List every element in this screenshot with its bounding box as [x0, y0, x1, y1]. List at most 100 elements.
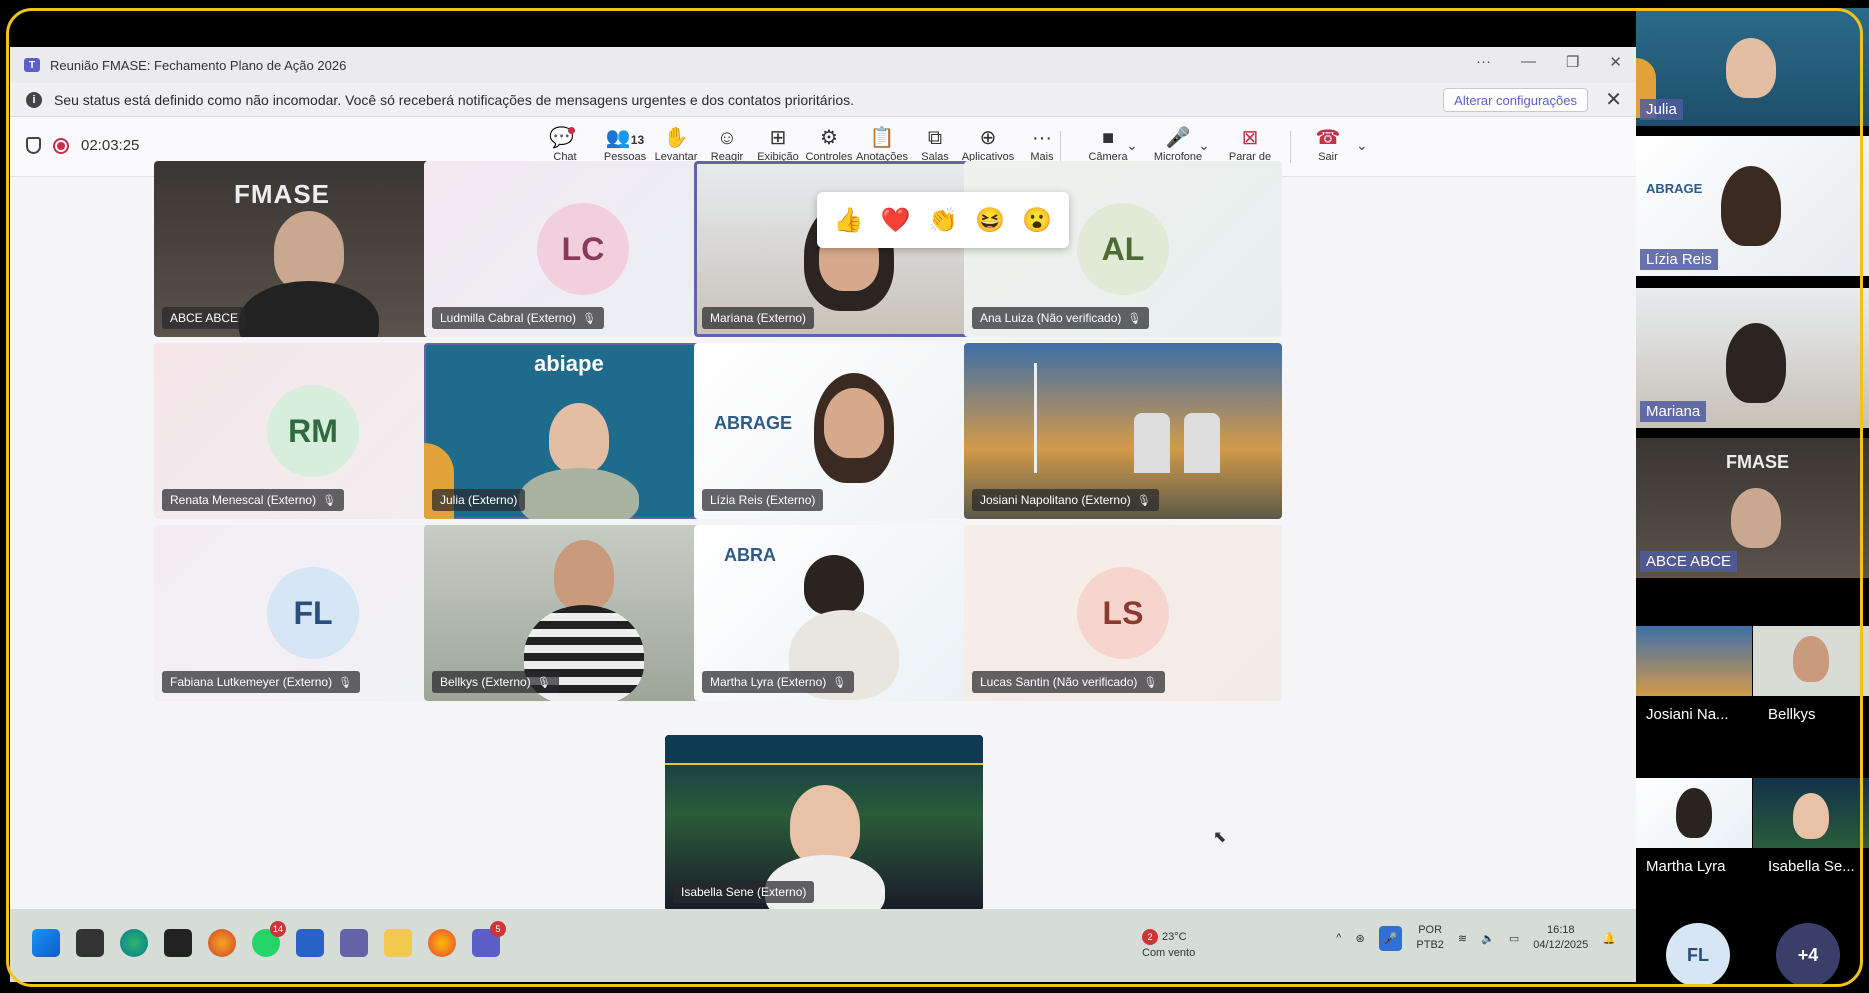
- more-options-button[interactable]: ···: [1476, 53, 1491, 71]
- sidebar-participant-thumb[interactable]: [1636, 626, 1752, 696]
- notification-text: Seu status está definido como não incomo…: [54, 91, 855, 108]
- video-recording-frame: T Reunião FMASE: Fechamento Plano de Açã…: [0, 0, 1869, 993]
- weather-widget[interactable]: 2 23°C Com vento: [1142, 929, 1195, 961]
- whatsapp-icon[interactable]: 14: [252, 921, 286, 957]
- file-explorer-icon[interactable]: [384, 929, 412, 957]
- participant-body: [519, 468, 639, 519]
- wind-turbine-image: [1034, 363, 1037, 473]
- minimize-button[interactable]: —: [1521, 53, 1536, 71]
- abrage-logo: ABRAGE: [1646, 181, 1703, 196]
- tray-app-icon[interactable]: ⊛: [1355, 932, 1364, 945]
- sidebar-label: Bellkys: [1768, 706, 1816, 723]
- sidebar-label: Martha Lyra: [1646, 858, 1726, 875]
- language-indicator[interactable]: POR PTB2: [1416, 923, 1444, 953]
- chrome-icon[interactable]: [428, 929, 456, 957]
- notification-bell-icon[interactable]: 🔔: [1602, 932, 1616, 945]
- close-notification-icon[interactable]: ✕: [1605, 87, 1622, 112]
- participant-video: [1721, 166, 1781, 246]
- applause-reaction[interactable]: 👏: [928, 206, 958, 235]
- sidebar-avatar[interactable]: FL: [1666, 923, 1730, 987]
- mic-chevron-icon[interactable]: ⌄: [1198, 137, 1210, 154]
- participant-tile[interactable]: AL Ana Luiza (Não verificado) 🎙: [964, 161, 1282, 337]
- heart-reaction[interactable]: ❤️: [881, 206, 911, 235]
- rooms-button[interactable]: ⧉ Salas: [905, 125, 965, 163]
- volume-icon[interactable]: 🔈: [1481, 932, 1495, 945]
- store-icon[interactable]: [296, 929, 324, 957]
- microphone-tray-icon[interactable]: 🎤: [1378, 925, 1403, 951]
- participant-tile[interactable]: Isabella Sene (Externo): [665, 735, 983, 911]
- sidebar-participant-thumb[interactable]: [1753, 778, 1869, 848]
- teams-app-icon: T: [24, 58, 40, 72]
- edge-browser-icon[interactable]: [120, 929, 148, 957]
- maximize-button[interactable]: ❐: [1566, 53, 1579, 71]
- mic-off-icon: 🎙: [338, 676, 353, 689]
- participant-name-tag: Fabiana Lutkemeyer (Externo) 🎙: [162, 671, 361, 693]
- chat-icon: 💬: [549, 127, 575, 149]
- sidebar-participant[interactable]: FMASE ABCE ABCE: [1636, 438, 1869, 578]
- mic-off-icon: 🎙: [536, 676, 551, 689]
- toolbar-divider: [1290, 131, 1291, 163]
- system-tray: ^ ⊛ 🎤 POR PTB2 ≋ 🔈 ▭ 16:18 04/12/2025 🔔: [1336, 923, 1616, 953]
- participant-avatar: FL: [267, 567, 359, 659]
- participant-name-tag: Lízia Reis (Externo): [702, 489, 824, 511]
- sidebar-participant-thumb[interactable]: [1636, 778, 1752, 848]
- participant-video: [274, 211, 344, 291]
- participant-avatar: LS: [1077, 567, 1169, 659]
- change-settings-button[interactable]: Alterar configurações: [1443, 88, 1588, 112]
- event-banner-image: [665, 735, 983, 765]
- rooms-icon: ⧉: [927, 127, 943, 149]
- mic-off-icon: 🎙: [1136, 494, 1151, 507]
- more-button[interactable]: ··· Mais: [1012, 125, 1072, 163]
- participant-tile[interactable]: Josiani Napolitano (Externo) 🎙: [964, 343, 1282, 519]
- mic-off-icon: 🎙: [832, 676, 847, 689]
- fmase-logo: FMASE: [1726, 452, 1789, 472]
- info-icon: i: [26, 91, 42, 108]
- close-window-button[interactable]: ✕: [1609, 53, 1622, 71]
- mic-off-icon: 🎙: [1127, 312, 1142, 325]
- participant-video: [1793, 793, 1829, 839]
- participant-name-tag: Lucas Santin (Não verificado) 🎙: [972, 671, 1166, 693]
- sidebar-participant[interactable]: ABRAGE Lízia Reis: [1636, 136, 1869, 276]
- participant-video: [1676, 788, 1712, 838]
- participant-face: [824, 388, 884, 458]
- sidebar-participant-thumb[interactable]: [1753, 626, 1869, 696]
- participant-video: [804, 555, 864, 615]
- participant-name-tag: Josiani Napolitano (Externo) 🎙: [972, 489, 1159, 511]
- clock[interactable]: 16:18 04/12/2025: [1533, 923, 1588, 953]
- recording-icon: [53, 137, 69, 154]
- camera-chevron-icon[interactable]: ⌄: [1126, 137, 1138, 154]
- weather-desc: Com vento: [1142, 947, 1196, 959]
- sidebar-participant[interactable]: Julia: [1636, 8, 1869, 126]
- sidebar-label: Isabella Se...: [1768, 858, 1855, 875]
- start-icon[interactable]: [32, 929, 60, 957]
- teams-meeting-icon[interactable]: 5: [472, 921, 506, 957]
- laugh-reaction[interactable]: 😆: [975, 206, 1005, 235]
- teams-icon[interactable]: [340, 929, 368, 957]
- firefox-icon[interactable]: [208, 929, 236, 957]
- thumbs-up-reaction[interactable]: 👍: [834, 206, 864, 235]
- chat-button[interactable]: 💬 Chat: [535, 125, 595, 163]
- ellipsis-icon: ···: [1032, 127, 1052, 149]
- more-participants-button[interactable]: +4: [1776, 923, 1840, 987]
- leave-chevron-icon[interactable]: ⌄: [1356, 137, 1368, 154]
- leave-button[interactable]: ☎ Sair: [1298, 125, 1358, 163]
- weather-badge: 2: [1142, 929, 1158, 945]
- app-icon[interactable]: [164, 929, 192, 957]
- wifi-icon[interactable]: ≋: [1458, 932, 1467, 945]
- surprised-reaction[interactable]: 😮: [1022, 206, 1052, 235]
- participant-tile[interactable]: LS Lucas Santin (Não verificado) 🎙: [964, 525, 1282, 701]
- apps-button[interactable]: ⊕ Aplicativos: [958, 125, 1018, 163]
- task-view-icon[interactable]: [76, 929, 104, 957]
- participant-video: [549, 403, 609, 473]
- hangup-icon: ☎: [1315, 127, 1341, 149]
- controls-button[interactable]: ⚙ Controles: [799, 125, 859, 163]
- battery-icon[interactable]: ▭: [1509, 932, 1519, 945]
- sidebar-participant[interactable]: Mariana: [1636, 288, 1869, 428]
- apps-icon: ⊕: [979, 127, 997, 149]
- participant-video: [1726, 323, 1786, 403]
- mic-off-icon: 🎙: [582, 312, 597, 325]
- participant-video: [1726, 38, 1776, 98]
- chevron-up-icon[interactable]: ^: [1336, 932, 1341, 944]
- notes-button[interactable]: 📋 Anotações: [852, 125, 912, 163]
- weather-temp: 23°C: [1162, 931, 1187, 943]
